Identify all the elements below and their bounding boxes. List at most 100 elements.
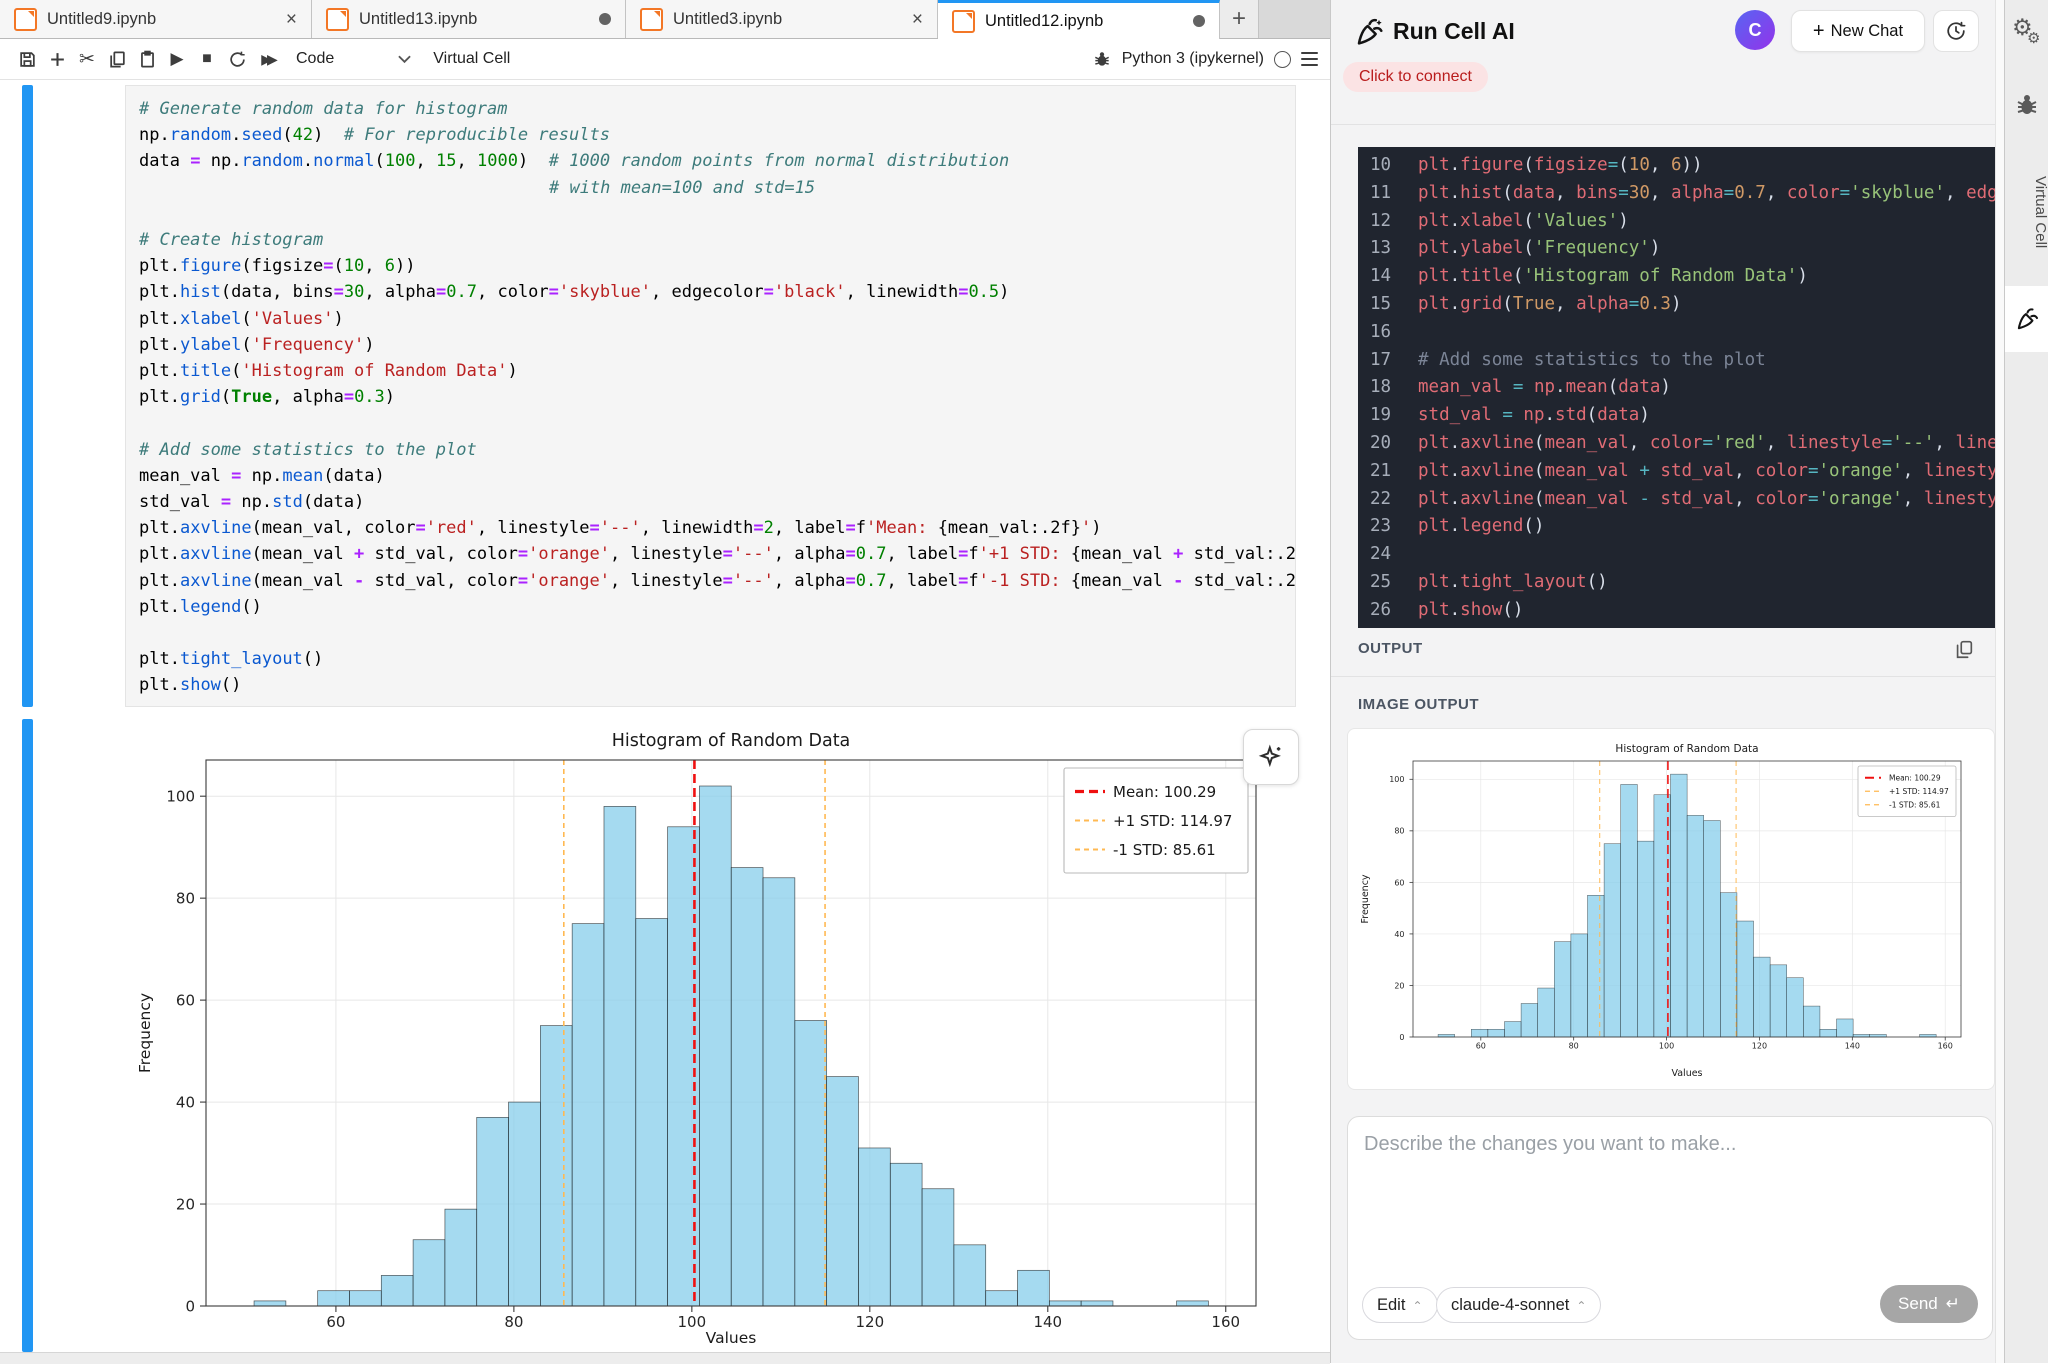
copy-icon: [1953, 638, 1975, 660]
tab-untitled9[interactable]: Untitled9.ipynb ×: [0, 0, 312, 38]
svg-text:160: 160: [1211, 1313, 1240, 1331]
restart-kernel-button[interactable]: [222, 44, 252, 74]
cell-type-dropdown[interactable]: Code: [296, 50, 411, 68]
run-cell-ai-icon: [2014, 306, 2040, 332]
svg-text:60: 60: [1394, 878, 1404, 887]
svg-text:Values: Values: [706, 1329, 757, 1347]
svg-text:60: 60: [1476, 1042, 1486, 1051]
svg-text:80: 80: [504, 1313, 523, 1331]
svg-text:140: 140: [1033, 1313, 1062, 1331]
divider: [1331, 676, 1997, 677]
svg-text:80: 80: [176, 890, 195, 908]
svg-text:100: 100: [166, 788, 195, 806]
svg-text:Values: Values: [1671, 1068, 1702, 1079]
debugger-bug-icon[interactable]: [1092, 49, 1112, 69]
close-icon[interactable]: ×: [912, 10, 923, 29]
svg-text:100: 100: [678, 1313, 707, 1331]
svg-text:120: 120: [1752, 1042, 1767, 1051]
svg-text:Frequency: Frequency: [136, 993, 154, 1073]
copy-cell-button[interactable]: [102, 44, 132, 74]
svg-text:120: 120: [855, 1313, 884, 1331]
virtual-cell-rail-tab[interactable]: Virtual Cell: [2005, 152, 2048, 272]
svg-text:-1 STD: 85.61: -1 STD: 85.61: [1889, 800, 1941, 809]
svg-text:-1 STD: 85.61: -1 STD: 85.61: [1113, 841, 1216, 859]
scroll-strip[interactable]: [0, 1352, 1330, 1364]
extensions-gears-icon[interactable]: ⚙⚙: [2005, 12, 2048, 56]
connection-status-badge[interactable]: Click to connect: [1343, 62, 1488, 92]
assistant-code-lines: 10plt.figure(figsize=(10, 6))11plt.hist(…: [1358, 152, 1999, 625]
notebook-toolbar: ✂ ▶ ■ ▶▶ Code Virtual Cell Python 3 (ipy…: [0, 39, 1330, 80]
svg-text:Mean: 100.29: Mean: 100.29: [1113, 783, 1216, 801]
cut-cell-button[interactable]: ✂: [72, 44, 102, 74]
histogram-figure-preview: 6080100120140160020406080100Histogram of…: [1355, 735, 1987, 1083]
svg-text:40: 40: [1394, 930, 1404, 939]
svg-text:60: 60: [326, 1313, 345, 1331]
notebook-file-icon: [952, 10, 975, 33]
chat-input-card: Edit ⌃ claude-4-sonnet ⌃ Send ↵: [1347, 1116, 1993, 1340]
kernel-name[interactable]: Python 3 (ipykernel): [1122, 50, 1264, 68]
run-all-button[interactable]: ▶▶: [252, 44, 282, 74]
debugger-bug-icon[interactable]: [2015, 92, 2039, 123]
svg-text:140: 140: [1845, 1042, 1860, 1051]
ai-sparkle-button[interactable]: [1243, 729, 1299, 785]
svg-text:Mean: 100.29: Mean: 100.29: [1889, 773, 1941, 782]
run-cell-ai-logo-icon: [1353, 16, 1385, 53]
svg-text:40: 40: [176, 1093, 195, 1111]
tab-label: Untitled9.ipynb: [47, 10, 156, 29]
edit-mode-dropdown[interactable]: Edit ⌃: [1362, 1287, 1438, 1323]
chat-input[interactable]: [1362, 1131, 1976, 1265]
model-selector-dropdown[interactable]: claude-4-sonnet ⌃: [1436, 1287, 1601, 1323]
assistant-code-block[interactable]: 10plt.figure(figsize=(10, 6))11plt.hist(…: [1358, 147, 1999, 628]
image-output-section-label: IMAGE OUTPUT: [1358, 696, 1479, 713]
svg-text:Histogram of Random Data: Histogram of Random Data: [612, 731, 851, 751]
tab-untitled12[interactable]: Untitled12.ipynb: [938, 0, 1220, 39]
notebook-file-icon: [640, 8, 663, 31]
copy-output-button[interactable]: [1953, 638, 1975, 665]
paste-cell-button[interactable]: [132, 44, 162, 74]
virtual-cell-label: Virtual Cell: [433, 50, 510, 68]
svg-text:+1 STD: 114.97: +1 STD: 114.97: [1113, 812, 1232, 830]
svg-text:0: 0: [1399, 1033, 1404, 1042]
menu-icon[interactable]: [1301, 52, 1318, 67]
run-cell-ai-panel: Run Cell AI C + New Chat Click to connec…: [1330, 0, 2004, 1363]
image-output-card: 6080100120140160020406080100Histogram of…: [1347, 728, 1995, 1090]
svg-text:Histogram of Random Data: Histogram of Random Data: [1615, 743, 1758, 755]
svg-text:100: 100: [1659, 1042, 1674, 1051]
svg-text:60: 60: [176, 992, 195, 1010]
run-cell-ai-rail-tab[interactable]: [2005, 286, 2048, 352]
sparkle-icon: [1257, 743, 1285, 771]
new-chat-button[interactable]: + New Chat: [1791, 10, 1925, 52]
unsaved-dot-icon[interactable]: [1193, 15, 1205, 27]
panel-scrollbar[interactable]: [1995, 0, 2004, 1363]
svg-text:0: 0: [185, 1297, 195, 1315]
save-button[interactable]: [12, 44, 42, 74]
output-cell-indicator[interactable]: [22, 719, 33, 1352]
unsaved-dot-icon[interactable]: [599, 13, 611, 25]
tab-untitled13[interactable]: Untitled13.ipynb: [312, 0, 626, 38]
new-tab-button[interactable]: +: [1220, 0, 1259, 38]
chat-history-button[interactable]: [1933, 10, 1979, 52]
close-icon[interactable]: ×: [286, 10, 297, 29]
chevron-up-icon: ⌃: [1576, 1299, 1586, 1313]
code-cell-editor[interactable]: # Generate random data for histogramnp.r…: [125, 85, 1296, 707]
plus-icon: +: [1813, 21, 1825, 41]
svg-text:80: 80: [1394, 827, 1404, 836]
chevron-down-icon: [398, 55, 411, 64]
active-cell-indicator[interactable]: [22, 85, 33, 707]
history-clock-icon: [1945, 20, 1967, 42]
run-cell-button[interactable]: ▶: [162, 44, 192, 74]
avatar[interactable]: C: [1735, 10, 1775, 50]
add-cell-button[interactable]: [42, 44, 72, 74]
svg-text:+1 STD: 114.97: +1 STD: 114.97: [1889, 787, 1949, 796]
tab-untitled3[interactable]: Untitled3.ipynb ×: [626, 0, 938, 38]
send-button[interactable]: Send ↵: [1880, 1285, 1978, 1323]
stop-kernel-button[interactable]: ■: [192, 44, 222, 74]
svg-text:20: 20: [176, 1195, 195, 1213]
notebook-content: # Generate random data for histogramnp.r…: [0, 80, 1330, 1363]
svg-text:20: 20: [1394, 981, 1404, 990]
kernel-status-icon[interactable]: [1274, 51, 1291, 68]
tab-label: Untitled3.ipynb: [673, 10, 782, 29]
svg-text:Frequency: Frequency: [1360, 874, 1371, 923]
tab-label: Untitled13.ipynb: [359, 10, 477, 29]
panel-title: Run Cell AI: [1393, 18, 1515, 45]
